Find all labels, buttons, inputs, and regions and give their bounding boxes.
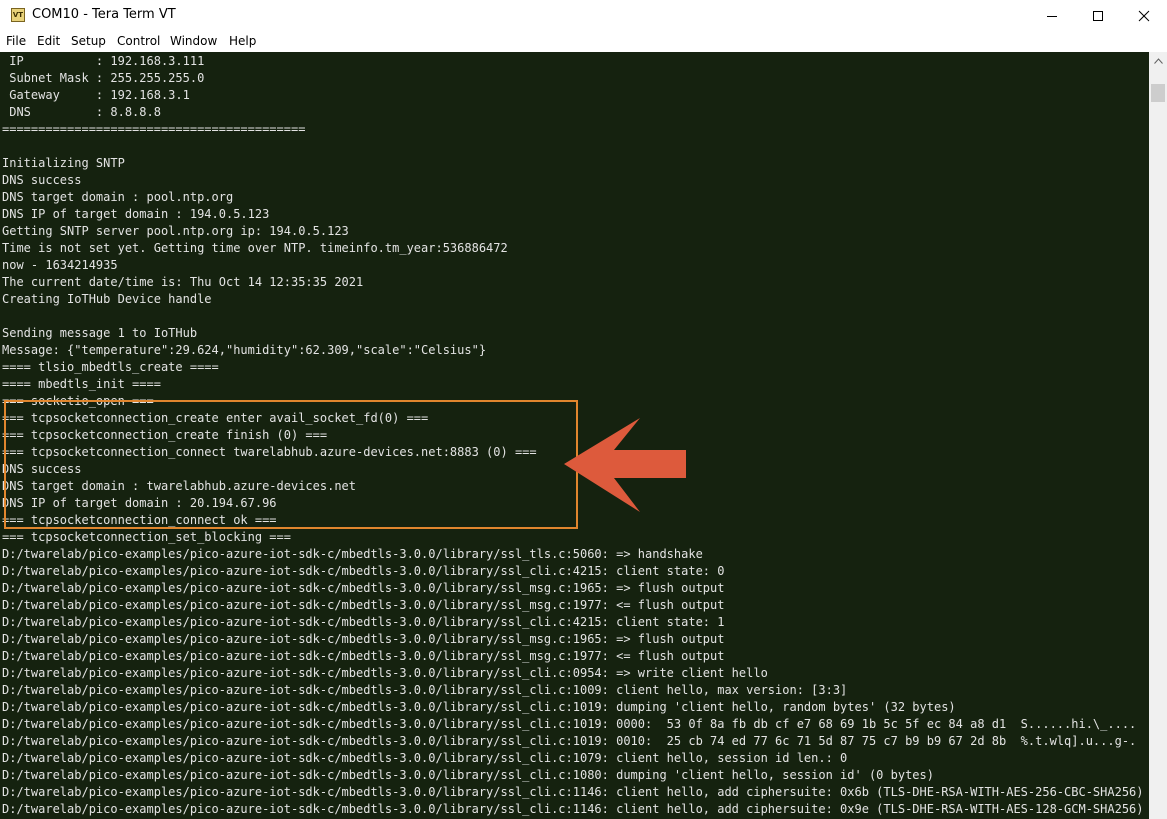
- terminal-line: D:/twarelab/pico-examples/pico-azure-iot…: [2, 547, 703, 561]
- terminal-line: D:/twarelab/pico-examples/pico-azure-iot…: [2, 598, 725, 612]
- terminal-line: D:/twarelab/pico-examples/pico-azure-iot…: [2, 717, 1137, 731]
- terminal-line: D:/twarelab/pico-examples/pico-azure-iot…: [2, 802, 1144, 816]
- terminal-line: D:/twarelab/pico-examples/pico-azure-iot…: [2, 581, 725, 595]
- scroll-up-button[interactable]: [1149, 52, 1167, 69]
- title-bar[interactable]: VT COM10 - Tera Term VT: [0, 0, 1167, 32]
- terminal-line: Initializing SNTP: [2, 156, 125, 170]
- terminal-line: DNS target domain : pool.ntp.org: [2, 190, 234, 204]
- menu-file[interactable]: File: [6, 34, 26, 48]
- terminal-line: The current date/time is: Thu Oct 14 12:…: [2, 275, 364, 289]
- terminal-line: Time is not set yet. Getting time over N…: [2, 241, 508, 255]
- menu-edit[interactable]: Edit: [37, 34, 60, 48]
- terminal-line: Subnet Mask : 255.255.255.0: [2, 71, 205, 85]
- terminal-line: ==== tlsio_mbedtls_create ====: [2, 360, 219, 374]
- menu-window[interactable]: Window: [170, 34, 217, 48]
- minimize-icon: [1047, 16, 1057, 17]
- terminal-line: ==== mbedtls_init ====: [2, 377, 161, 391]
- menu-setup[interactable]: Setup: [71, 34, 106, 48]
- terminal-line: Message: {"temperature":29.624,"humidity…: [2, 343, 487, 357]
- close-button[interactable]: [1121, 0, 1167, 32]
- terminal-line: D:/twarelab/pico-examples/pico-azure-iot…: [2, 700, 956, 714]
- terminal-line: D:/twarelab/pico-examples/pico-azure-iot…: [2, 632, 725, 646]
- terminal-line: DNS IP of target domain : 194.0.5.123: [2, 207, 270, 221]
- chevron-up-icon: [1153, 57, 1163, 64]
- terminal-line: D:/twarelab/pico-examples/pico-azure-iot…: [2, 683, 848, 697]
- terminal-line: D:/twarelab/pico-examples/pico-azure-iot…: [2, 768, 934, 782]
- terminal-line: === tcpsocketconnection_set_blocking ===: [2, 530, 291, 544]
- terminal-line: Sending message 1 to IoTHub: [2, 326, 198, 340]
- terminal-line: D:/twarelab/pico-examples/pico-azure-iot…: [2, 564, 725, 578]
- menu-bar: File Edit Setup Control Window Help: [0, 32, 1167, 52]
- scroll-thumb[interactable]: [1151, 84, 1165, 102]
- terminal-line: Creating IoTHub Device handle: [2, 292, 212, 306]
- vertical-scrollbar[interactable]: [1149, 52, 1167, 819]
- menu-help[interactable]: Help: [229, 34, 256, 48]
- terminal-line: D:/twarelab/pico-examples/pico-azure-iot…: [2, 615, 725, 629]
- terminal-line: D:/twarelab/pico-examples/pico-azure-iot…: [2, 785, 1144, 799]
- terminal-line: DNS : 8.8.8.8: [2, 105, 161, 119]
- tera-term-icon[interactable]: VT: [11, 8, 25, 22]
- maximize-button[interactable]: [1075, 0, 1121, 32]
- terminal-line: DNS success: [2, 173, 82, 187]
- close-icon: [1138, 10, 1150, 22]
- terminal-line: D:/twarelab/pico-examples/pico-azure-iot…: [2, 751, 848, 765]
- terminal-line: D:/twarelab/pico-examples/pico-azure-iot…: [2, 649, 725, 663]
- menu-control[interactable]: Control: [117, 34, 160, 48]
- window-title: COM10 - Tera Term VT: [32, 7, 176, 22]
- terminal-line: ========================================…: [2, 122, 306, 136]
- terminal-line: D:/twarelab/pico-examples/pico-azure-iot…: [2, 666, 768, 680]
- left-arrow-icon: [564, 418, 686, 512]
- maximize-icon: [1093, 11, 1103, 21]
- terminal-line: IP : 192.168.3.111: [2, 54, 205, 68]
- terminal-line: Getting SNTP server pool.ntp.org ip: 194…: [2, 224, 349, 238]
- terminal-line: D:/twarelab/pico-examples/pico-azure-iot…: [2, 734, 1137, 748]
- minimize-button[interactable]: [1029, 0, 1075, 32]
- terminal-line: Gateway : 192.168.3.1: [2, 88, 190, 102]
- terminal-line: now - 1634214935: [2, 258, 118, 272]
- highlight-box: [4, 400, 578, 529]
